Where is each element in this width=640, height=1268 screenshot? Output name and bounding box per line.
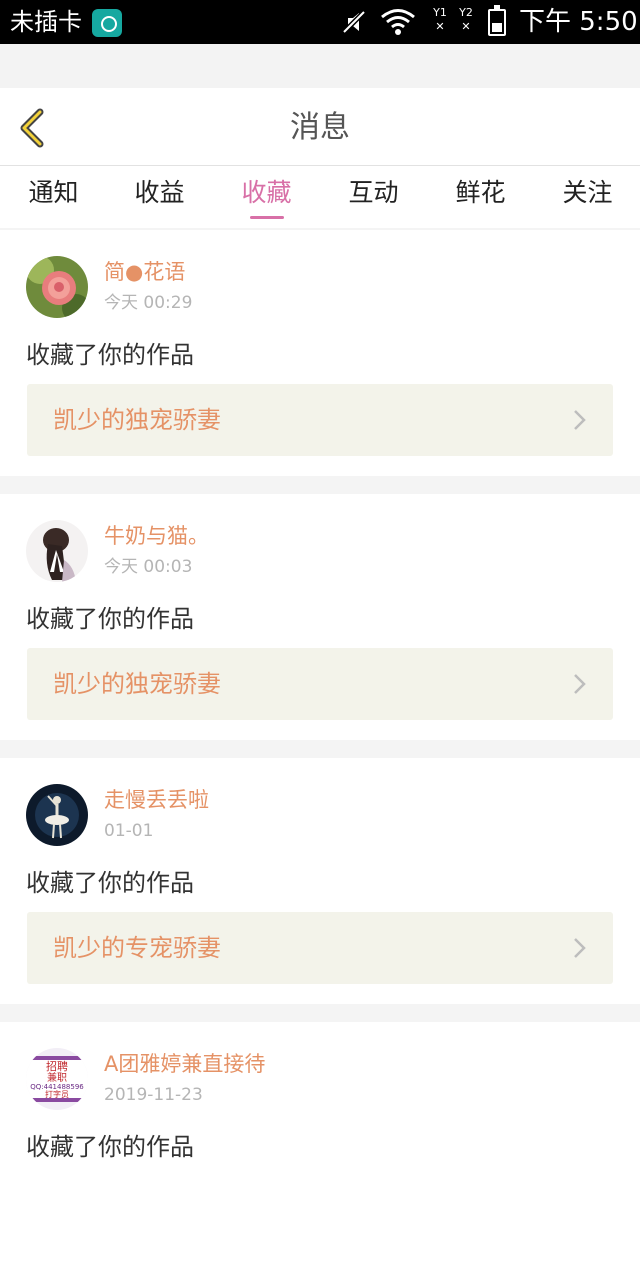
sim1-no-signal-icon: Y1 ✕	[433, 6, 447, 33]
list-item: 走慢丢丢啦 01-01 收藏了你的作品 凯少的专宠骄妻	[0, 758, 640, 1004]
timestamp: 今天 00:03	[104, 557, 193, 577]
sim1-label: Y1	[433, 6, 447, 19]
ballerina-avatar[interactable]	[26, 784, 88, 846]
action-text: 收藏了你的作品	[26, 869, 194, 897]
tab-earnings[interactable]: 收益	[106, 176, 213, 210]
user-name[interactable]: A团雅婷兼直接待	[104, 1050, 265, 1078]
tab-notice[interactable]: 通知	[0, 176, 107, 210]
active-tab-indicator	[250, 216, 284, 219]
recruit-avatar[interactable]: 招聘 兼职 QQ:441488596 打字员	[26, 1048, 88, 1110]
nav-bar: 消息	[0, 88, 640, 166]
huawei-app-icon	[92, 9, 122, 37]
rose-avatar[interactable]	[26, 256, 88, 318]
page-title: 消息	[290, 110, 350, 145]
list-item: 牛奶与猫。 今天 00:03 收藏了你的作品 凯少的独宠骄妻	[0, 494, 640, 740]
work-title: 凯少的独宠骄妻	[53, 406, 221, 434]
status-bar: 未插卡 Y1 ✕ Y2 ✕ 下午 5:50	[0, 0, 640, 44]
tab-follow[interactable]: 关注	[534, 176, 640, 210]
chevron-right-icon	[574, 674, 586, 694]
recruit-line: 打字员	[45, 1089, 69, 1099]
user-name[interactable]: 走慢丢丢啦	[104, 786, 209, 814]
top-spacer	[0, 44, 640, 88]
tab-flowers[interactable]: 鲜花	[427, 176, 534, 210]
list-item: 简●花语 今天 00:29 收藏了你的作品 凯少的独宠骄妻	[0, 230, 640, 476]
action-text: 收藏了你的作品	[26, 1133, 194, 1161]
mute-icon	[342, 10, 366, 34]
action-text: 收藏了你的作品	[26, 341, 194, 369]
action-text: 收藏了你的作品	[26, 605, 194, 633]
tab-interaction[interactable]: 互动	[320, 176, 427, 210]
chevron-right-icon	[574, 938, 586, 958]
timestamp: 今天 00:29	[104, 293, 193, 313]
list-item: 招聘 兼职 QQ:441488596 打字员 A团雅婷兼直接待 2019-11-…	[0, 1022, 640, 1268]
tab-bar: 通知 收益 收藏 互动 鲜花 关注	[0, 166, 640, 228]
work-link[interactable]: 凯少的专宠骄妻	[27, 912, 613, 984]
work-link[interactable]: 凯少的独宠骄妻	[27, 384, 613, 456]
work-title: 凯少的独宠骄妻	[53, 670, 221, 698]
battery-icon	[488, 5, 506, 36]
carrier-label: 未插卡	[10, 8, 82, 36]
work-link[interactable]: 凯少的独宠骄妻	[27, 648, 613, 720]
status-time: 下午 5:50	[519, 7, 638, 37]
tab-favorites[interactable]: 收藏	[213, 176, 320, 210]
user-name[interactable]: 简●花语	[104, 258, 185, 286]
user-name[interactable]: 牛奶与猫。	[104, 522, 209, 550]
girl-avatar[interactable]	[26, 520, 88, 582]
recruit-line: 招聘	[46, 1059, 68, 1073]
work-title: 凯少的专宠骄妻	[53, 934, 221, 962]
sim2-no-signal-icon: Y2 ✕	[459, 6, 473, 33]
timestamp: 01-01	[104, 821, 154, 841]
chevron-right-icon	[574, 410, 586, 430]
timestamp: 2019-11-23	[104, 1085, 203, 1105]
wifi-icon	[381, 9, 415, 35]
sim2-label: Y2	[459, 6, 473, 19]
